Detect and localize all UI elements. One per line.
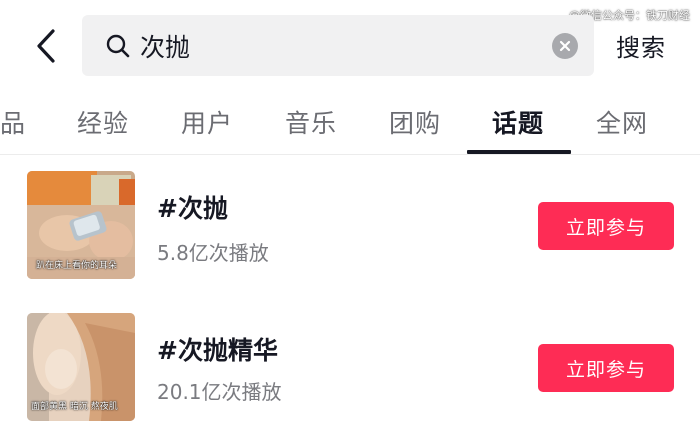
clear-search-button[interactable] (552, 32, 578, 59)
topic-title[interactable]: #次抛 (157, 189, 228, 225)
back-button[interactable] (24, 22, 68, 70)
join-topic-button[interactable]: 立即参与 (538, 344, 674, 392)
tab-products[interactable]: 品 (0, 104, 26, 140)
thumbnail-caption: 趴在床上看你的耳朵 (36, 261, 118, 271)
close-icon (559, 40, 571, 51)
search-icon (104, 32, 132, 60)
tab-users[interactable]: 用户 (181, 104, 233, 140)
tab-all-web[interactable]: 全网 (596, 104, 648, 140)
topic-thumbnail: 趴在床上看你的耳朵 (27, 171, 135, 279)
topic-row[interactable]: 面部黄黑 暗沉 熬夜肌 #次抛精华 20.1亿次播放 立即参与 (0, 313, 700, 433)
topic-row[interactable]: 趴在床上看你的耳朵 #次抛 5.8亿次播放 立即参与 (0, 171, 700, 291)
tab-group-buy[interactable]: 团购 (389, 104, 441, 140)
tab-experience[interactable]: 经验 (77, 104, 129, 140)
join-topic-button[interactable]: 立即参与 (538, 202, 674, 250)
active-tab-indicator (467, 150, 571, 154)
topic-play-count: 5.8亿次播放 (157, 241, 269, 265)
tab-music[interactable]: 音乐 (285, 104, 337, 140)
chevron-left-icon (37, 29, 55, 63)
thumbnail-caption: 面部黄黑 暗沉 熬夜肌 (31, 402, 118, 412)
search-button[interactable]: 搜索 (616, 28, 666, 63)
topic-thumbnail: 面部黄黑 暗沉 熬夜肌 (27, 313, 135, 421)
search-query[interactable]: 次抛 (140, 28, 552, 64)
tab-topics[interactable]: 话题 (492, 104, 544, 140)
category-tabs: 品 经验 用户 音乐 团购 话题 全网 (0, 96, 700, 155)
topic-title[interactable]: #次抛精华 (157, 331, 278, 367)
topic-play-count: 20.1亿次播放 (157, 380, 282, 404)
top-bar: 次抛 搜索 (0, 0, 700, 96)
search-input[interactable]: 次抛 (82, 15, 594, 76)
